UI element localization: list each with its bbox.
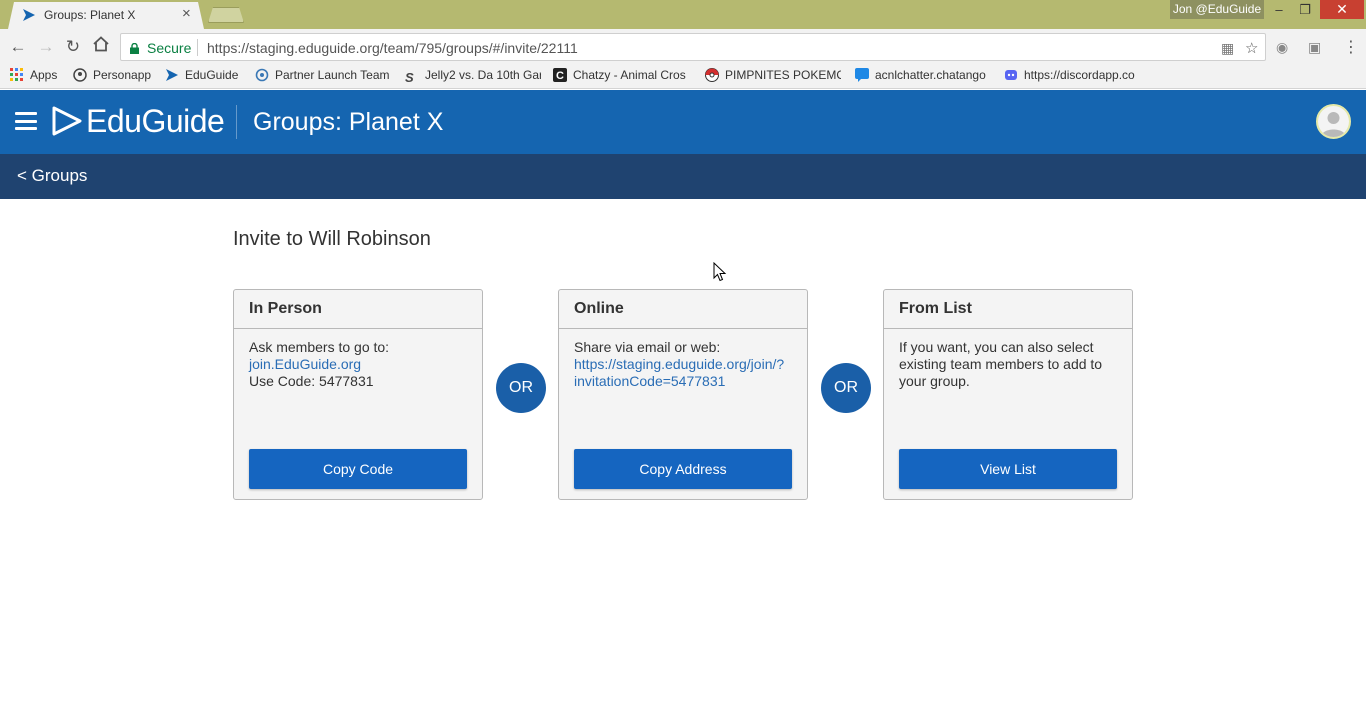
restore-icon[interactable]: ❐ (1292, 0, 1318, 19)
bookmark-acnlchatter[interactable]: acnlchatter.chatango (855, 68, 989, 86)
bookmarks-bar: Apps Personapp EduGuide Partner Launch T… (0, 65, 1366, 89)
partner-launch-icon (255, 68, 269, 82)
eduguide-logo[interactable]: EduGuide (52, 102, 225, 139)
home-icon[interactable] (91, 36, 111, 57)
bookmark-pimpnites[interactable]: PIMPNITES POKEMO (705, 68, 841, 86)
user-avatar[interactable] (1316, 104, 1351, 139)
close-window-icon[interactable]: ✕ (1320, 0, 1364, 19)
page-title: Groups: Planet X (253, 108, 444, 136)
from-list-card: From List If you want, you can also sele… (883, 289, 1133, 500)
card-heading: Online (559, 290, 807, 329)
join-site-link[interactable]: join.EduGuide.org (249, 356, 467, 373)
bookmark-eduguide[interactable]: EduGuide (165, 68, 238, 86)
svg-text:C: C (556, 70, 564, 82)
mouse-cursor-icon (713, 261, 727, 287)
hamburger-menu-icon[interactable] (15, 112, 37, 130)
forward-arrow-icon[interactable]: → (36, 37, 56, 57)
address-separator (197, 39, 198, 56)
copy-code-button[interactable]: Copy Code (249, 449, 467, 489)
minimize-icon[interactable]: – (1266, 0, 1292, 19)
logo-arrow-icon (52, 106, 82, 136)
menu-kebab-icon[interactable]: ⋮ (1343, 37, 1359, 57)
browser-titlebar (0, 0, 1366, 29)
card-text: your group. (899, 373, 970, 389)
card-text: If you want, you can also select (899, 339, 1094, 355)
in-person-card: In Person Ask members to go to: join.Edu… (233, 289, 483, 500)
avatar-placeholder-icon (1318, 106, 1349, 137)
address-bar[interactable]: Secure https://staging.eduguide.org/team… (120, 33, 1266, 61)
card-text: Ask members to go to: (249, 339, 390, 355)
chatzy-icon: C (553, 68, 567, 82)
back-to-groups-link[interactable]: < Groups (17, 166, 87, 186)
view-list-button[interactable]: View List (899, 449, 1117, 489)
invitation-url-part1: https://staging.eduguide.org/join/? (574, 356, 785, 372)
bookmark-chatzy[interactable]: C Chatzy - Animal Cros (553, 68, 689, 86)
sub-navigation (0, 154, 1366, 199)
camera-extension-icon[interactable]: ◉ (1276, 39, 1288, 56)
or-badge: OR (496, 363, 546, 413)
browser-tab[interactable]: Groups: Planet X × (8, 2, 204, 29)
personapp-icon (73, 68, 87, 82)
bookmark-discord[interactable]: https://discordapp.co (1004, 68, 1140, 86)
tab-title: Groups: Planet X (44, 8, 136, 22)
new-tab-button[interactable] (208, 7, 244, 23)
discord-icon (1004, 68, 1018, 82)
invitation-url-link[interactable]: https://staging.eduguide.org/join/? invi… (574, 356, 792, 390)
bookmark-partner-launch-team[interactable]: Partner Launch Team (255, 68, 391, 86)
or-badge: OR (821, 363, 871, 413)
card-heading: From List (884, 290, 1132, 329)
eduguide-icon (165, 68, 179, 82)
eduguide-favicon-icon (22, 8, 36, 27)
bookmark-star-icon[interactable]: ☆ (1245, 39, 1258, 57)
card-body: If you want, you can also select existin… (884, 329, 1132, 390)
invite-code-text: Use Code: 5477831 (249, 373, 374, 389)
invitation-url-part2: invitationCode=5477831 (574, 373, 726, 389)
bookmark-personapp[interactable]: Personapp (73, 68, 151, 86)
blocked-popup-icon[interactable]: ▦ (1221, 40, 1234, 57)
jelly-icon: S (405, 70, 414, 85)
secure-label: Secure (147, 40, 192, 56)
copy-address-button[interactable]: Copy Address (574, 449, 792, 489)
url-text[interactable]: https://staging.eduguide.org/team/795/gr… (207, 40, 578, 56)
header-divider (236, 105, 237, 139)
card-text: existing team members to add to (899, 356, 1103, 372)
extension-icon[interactable]: ▣ (1308, 39, 1321, 56)
reload-icon[interactable]: ↻ (63, 37, 83, 57)
online-card: Online Share via email or web: https://s… (558, 289, 808, 500)
profile-chip[interactable]: Jon @EduGuide (1170, 0, 1264, 19)
chatango-icon (855, 68, 869, 82)
back-arrow-icon[interactable]: ← (8, 37, 28, 57)
card-heading: In Person (234, 290, 482, 329)
logo-text: EduGuide (86, 102, 225, 139)
card-body: Share via email or web: https://staging.… (559, 329, 807, 390)
bookmark-jelly2[interactable]: S Jelly2 vs. Da 10th Gar (405, 68, 541, 86)
lock-icon (130, 41, 139, 54)
card-text: Share via email or web: (574, 339, 721, 355)
bookmark-apps[interactable]: Apps (10, 68, 57, 86)
tab-close-icon[interactable]: × (182, 5, 191, 22)
invite-heading: Invite to Will Robinson (233, 228, 431, 250)
card-body: Ask members to go to: join.EduGuide.org … (234, 329, 482, 390)
pokeball-icon (705, 68, 719, 82)
browser-toolbar: ← → ↻ Secure https://staging.eduguide.or… (0, 29, 1366, 65)
apps-grid-icon (10, 68, 24, 82)
